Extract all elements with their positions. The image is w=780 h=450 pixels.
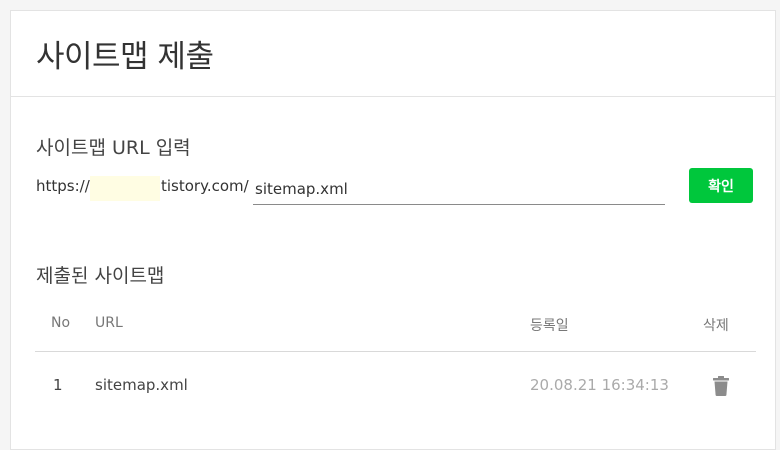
row-date: 20.08.21 16:34:13: [530, 376, 669, 394]
submitted-sitemaps-title: 제출된 사이트맵: [36, 265, 165, 287]
page-header: 사이트맵 제출: [11, 11, 775, 97]
page-title: 사이트맵 제출: [36, 39, 214, 75]
sitemap-url-input[interactable]: [253, 173, 665, 205]
delete-button[interactable]: [711, 376, 731, 398]
blog-id-highlight: [90, 176, 160, 201]
confirm-button[interactable]: 확인: [689, 168, 753, 203]
url-suffix: tistory.com/: [161, 177, 249, 195]
url-prefix: https://: [36, 177, 90, 195]
trash-icon: [713, 376, 729, 396]
column-no: No: [51, 315, 71, 331]
sitemap-url-section-title: 사이트맵 URL 입력: [36, 137, 191, 159]
row-url: sitemap.xml: [95, 376, 188, 394]
column-date: 등록일: [530, 318, 569, 334]
table-row: 1 sitemap.xml 20.08.21 16:34:13: [35, 352, 756, 412]
table-header: No URL 등록일 삭제: [35, 311, 756, 352]
sitemap-panel: 사이트맵 제출 사이트맵 URL 입력 https:// tistory.com…: [10, 10, 776, 450]
column-delete: 삭제: [703, 318, 729, 334]
sitemap-url-row: https:// tistory.com/ 확인: [36, 168, 754, 209]
column-url: URL: [95, 315, 123, 331]
row-number: 1: [53, 376, 63, 394]
